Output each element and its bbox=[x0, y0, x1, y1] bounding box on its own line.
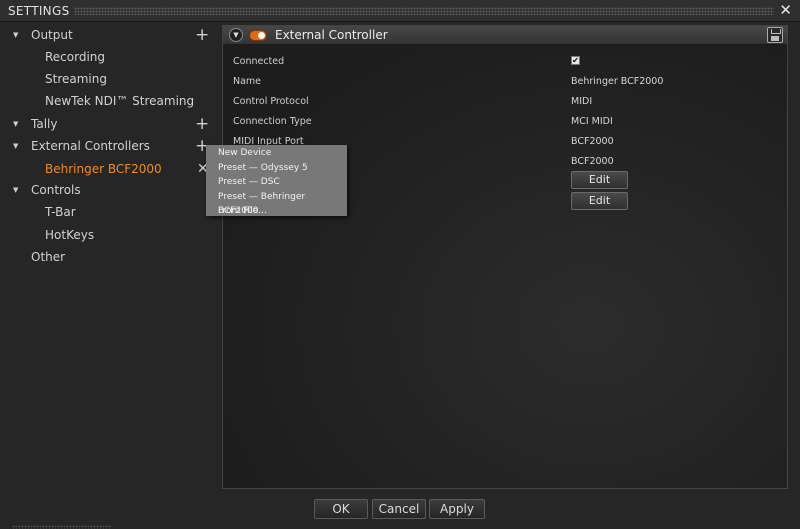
menu-item-preset-behringer[interactable]: Preset — Behringer BCF2000 bbox=[206, 190, 347, 216]
ok-button[interactable]: OK bbox=[314, 499, 368, 519]
window-title: SETTINGS bbox=[8, 4, 70, 18]
add-output-plus-icon[interactable]: + bbox=[195, 24, 209, 46]
property-value[interactable]: BCF2000 bbox=[571, 136, 614, 147]
sidebar-item-label: Other bbox=[31, 250, 66, 264]
sidebar-item-label: Recording bbox=[45, 50, 106, 64]
menu-item-preset-odyssey[interactable]: Preset — Odyssey 5 bbox=[206, 161, 347, 176]
title-bar: SETTINGS ✕ bbox=[0, 0, 800, 22]
control-protocol-row: Control Protocol MIDI bbox=[223, 92, 787, 112]
menu-item-preset-dsc[interactable]: Preset — DSC bbox=[206, 175, 347, 190]
connected-row: Connected ✔ bbox=[223, 52, 787, 72]
sidebar-item-controls[interactable]: ▼ Controls bbox=[0, 179, 222, 201]
sidebar-item-recording[interactable]: Recording bbox=[0, 46, 222, 68]
sidebar-item-ndi-streaming[interactable]: NewTek NDI™ Streaming bbox=[0, 90, 222, 112]
sidebar-item-label: HotKeys bbox=[45, 228, 95, 242]
sidebar-item-label: T-Bar bbox=[45, 205, 76, 219]
sidebar-item-other[interactable]: Other bbox=[0, 246, 222, 268]
property-value[interactable]: MCI MIDI bbox=[571, 116, 613, 127]
property-label: Name bbox=[233, 76, 262, 87]
title-grip[interactable] bbox=[74, 7, 774, 15]
toggle-switch-icon[interactable] bbox=[249, 30, 267, 41]
panel-title: External Controller bbox=[275, 28, 388, 42]
sidebar-item-label: NewTek NDI™ Streaming bbox=[45, 94, 195, 108]
sidebar-item-output[interactable]: ▼ Output + bbox=[0, 24, 222, 46]
sidebar-item-label: External Controllers bbox=[31, 139, 150, 153]
triangle-down-icon[interactable]: ▼ bbox=[13, 24, 18, 46]
sidebar-item-t-bar[interactable]: T-Bar bbox=[0, 201, 222, 223]
resize-grip bbox=[12, 525, 112, 529]
cancel-button[interactable]: Cancel bbox=[372, 499, 426, 519]
property-label: Control Protocol bbox=[233, 96, 309, 107]
menu-item-from-file[interactable]: From File... bbox=[206, 204, 347, 219]
close-icon[interactable]: ✕ bbox=[779, 1, 792, 19]
settings-sidebar: ▼ Output + Recording Streaming NewTek ND… bbox=[0, 22, 222, 494]
panel-header: ▼ External Controller bbox=[223, 26, 787, 45]
property-label: Connection Type bbox=[233, 116, 312, 127]
menu-item-new-device[interactable]: New Device bbox=[206, 146, 347, 161]
connected-label: Connected bbox=[233, 56, 285, 67]
chevron-down-icon[interactable]: ▼ bbox=[229, 28, 243, 42]
external-controller-panel: ▼ External Controller Connected ✔ Name B… bbox=[222, 25, 788, 489]
sidebar-item-label: Behringer BCF2000 bbox=[45, 162, 162, 176]
triangle-down-icon[interactable]: ▼ bbox=[13, 179, 18, 201]
property-value[interactable]: MIDI bbox=[571, 96, 592, 107]
sidebar-item-tally[interactable]: ▼ Tally + bbox=[0, 113, 222, 135]
edit-button[interactable]: Edit bbox=[571, 171, 628, 189]
sidebar-item-label: Tally bbox=[31, 117, 58, 131]
sidebar-item-behringer-bcf2000[interactable]: Behringer BCF2000 ✕ bbox=[0, 158, 222, 180]
sidebar-item-label: Output bbox=[31, 28, 73, 42]
add-controller-menu: New Device Preset — Odyssey 5 Preset — D… bbox=[206, 145, 347, 216]
triangle-down-icon[interactable]: ▼ bbox=[13, 135, 18, 157]
triangle-down-icon[interactable]: ▼ bbox=[13, 113, 18, 135]
property-value[interactable]: BCF2000 bbox=[571, 156, 614, 167]
sidebar-item-hotkeys[interactable]: HotKeys bbox=[0, 224, 222, 246]
edit-button[interactable]: Edit bbox=[571, 192, 628, 210]
property-value[interactable]: Behringer BCF2000 bbox=[571, 76, 663, 87]
connected-checkbox[interactable]: ✔ bbox=[571, 56, 580, 65]
sidebar-item-label: Controls bbox=[31, 183, 81, 197]
floppy-disk-icon[interactable] bbox=[767, 27, 783, 43]
connection-type-row: Connection Type MCI MIDI bbox=[223, 112, 787, 132]
sidebar-item-streaming[interactable]: Streaming bbox=[0, 68, 222, 90]
sidebar-item-external-controllers[interactable]: ▼ External Controllers + bbox=[0, 135, 222, 157]
name-row: Name Behringer BCF2000 bbox=[223, 72, 787, 92]
add-tally-plus-icon[interactable]: + bbox=[195, 113, 209, 135]
apply-button[interactable]: Apply bbox=[429, 499, 485, 519]
sidebar-item-label: Streaming bbox=[45, 72, 107, 86]
